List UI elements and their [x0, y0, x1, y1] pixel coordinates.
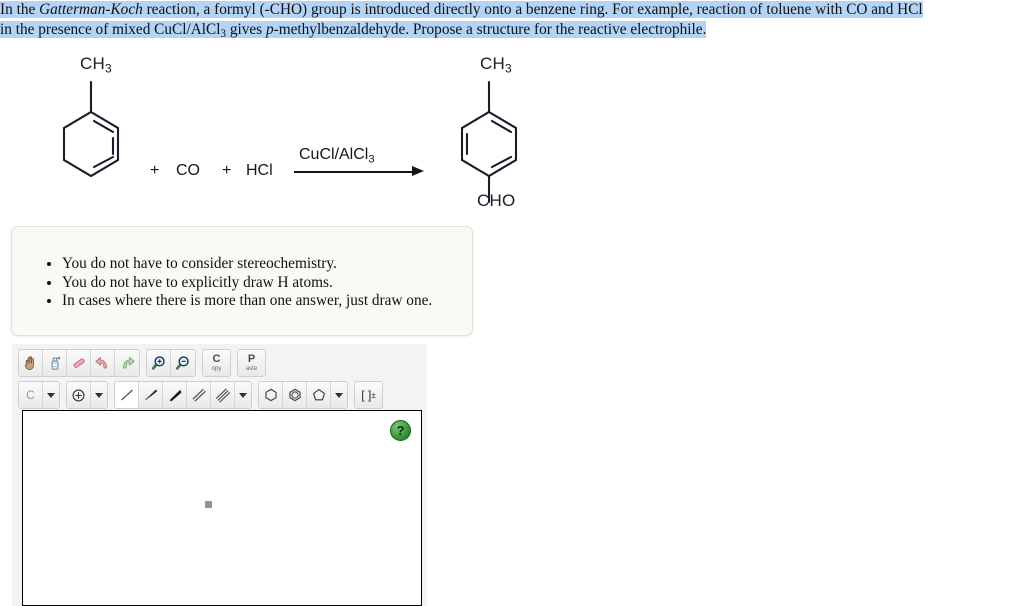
charge-tool-button[interactable]	[67, 382, 91, 408]
double-bond-icon	[191, 388, 206, 402]
copy-button-letter: C	[212, 353, 221, 365]
chevron-down-icon	[47, 392, 55, 398]
single-bond-tool-button[interactable]	[115, 382, 139, 408]
instruction-note-box: You do not have to consider stereochemis…	[11, 226, 473, 336]
paste-button-letter: P	[247, 353, 256, 365]
paste-tool-group: P aste	[237, 349, 266, 377]
drawing-canvas[interactable]: ?	[22, 410, 422, 606]
eraser-icon	[73, 358, 85, 368]
magnifier-minus-icon	[175, 356, 189, 370]
zoom-in-tool-button[interactable]	[147, 350, 171, 376]
instruction-list: You do not have to consider stereochemis…	[12, 227, 472, 311]
copy-tool-group: C opy	[202, 349, 231, 377]
double-bond-tool-button[interactable]	[187, 382, 211, 408]
canvas-atom-marker[interactable]	[205, 501, 212, 508]
solid-wedge-bond-icon	[169, 389, 181, 402]
undo-arrow-icon	[95, 357, 107, 369]
bracket-tool-group: [ ] ±	[354, 381, 383, 409]
reaction-scheme: CH3 + CO + HCl CuCl/AlCl3 CH3 CHO	[0, 44, 620, 216]
chevron-down-icon	[95, 392, 103, 398]
paste-button-suffix: aste	[245, 366, 258, 372]
bond-dropdown-button[interactable]	[235, 382, 251, 408]
pentagon-icon	[312, 388, 325, 401]
zoom-out-tool-button[interactable]	[171, 350, 195, 376]
element-tool-group: C	[18, 381, 60, 409]
question-line-1-post: reaction, a formyl (-CHO) group is intro…	[142, 1, 923, 18]
reactant-methyl-label: CH3	[80, 54, 112, 76]
chevron-down-icon	[335, 392, 343, 398]
copy-button-suffix: opy	[211, 366, 222, 372]
charge-tool-group	[66, 381, 108, 409]
redo-arrow-icon	[122, 357, 135, 369]
spray-bottle-icon	[51, 356, 60, 370]
undo-tool-button[interactable]	[91, 350, 115, 376]
element-dropdown-button[interactable]	[43, 382, 59, 408]
plus-sign-2: +	[222, 162, 232, 179]
pan-hand-tool-button[interactable]	[19, 350, 43, 376]
sketcher-toolbar-row-2: C [] ±	[18, 381, 389, 409]
hydrogen-chloride-label: HCl	[246, 162, 273, 179]
zoom-tool-group	[146, 349, 196, 377]
ring-tool-group	[258, 381, 348, 409]
triple-bond-icon	[215, 388, 230, 403]
sketcher-toolbar-row-1: C opy P aste	[18, 349, 272, 377]
copy-button[interactable]: C opy	[203, 350, 230, 376]
para-prefix: p	[265, 21, 274, 38]
bracket-tool-superscript: ±	[371, 390, 376, 400]
magnifier-plus-icon	[151, 356, 165, 370]
question-line-1-pre: In the	[0, 1, 40, 18]
hexagon-icon	[264, 388, 277, 402]
carbon-monoxide-label: CO	[176, 162, 200, 179]
list-item: You do not have to consider stereochemis…	[62, 255, 472, 274]
molecule-sketcher-panel: C opy P aste C [] ± ?	[12, 344, 427, 606]
list-item: You do not have to explicitly draw H ato…	[62, 274, 472, 293]
paste-button[interactable]: P aste	[238, 350, 265, 376]
chevron-down-icon	[239, 392, 247, 398]
hand-icon	[24, 356, 34, 370]
arrow-shaft	[294, 171, 416, 173]
question-line-2-post: -methylbenzaldehyde. Propose a structure…	[273, 21, 707, 38]
single-bond-icon	[120, 389, 133, 401]
edit-tool-group	[18, 349, 140, 377]
triple-bond-tool-button[interactable]	[211, 382, 235, 408]
bond-tool-group	[114, 381, 252, 409]
question-line-2: in the presence of mixed CuCl/AlCl3 give…	[0, 21, 707, 40]
p-methylbenzaldehyde-structure	[460, 80, 518, 204]
question-line-2-pre: in the presence of mixed CuCl/AlCl	[0, 21, 221, 38]
benzene-icon	[288, 388, 301, 402]
reaction-name: Gatterman-Koch	[39, 1, 143, 18]
benzene-ring-tool-button[interactable]	[283, 382, 307, 408]
hashed-wedge-bond-icon	[144, 389, 157, 400]
eraser-tool-button[interactable]	[67, 350, 91, 376]
product-formyl-label: CHO	[477, 191, 516, 210]
reaction-arrow-group: CuCl/AlCl3	[294, 146, 428, 186]
clear-canvas-tool-button[interactable]	[43, 350, 67, 376]
hashed-wedge-bond-tool-button[interactable]	[139, 382, 163, 408]
reagent-label: CuCl/AlCl3	[299, 146, 375, 166]
circle-plus-icon	[72, 389, 85, 401]
question-prompt: In the Gatterman-Koch reaction, a formyl…	[0, 0, 1024, 44]
redo-tool-button[interactable]	[115, 350, 139, 376]
plus-sign-1: +	[150, 162, 160, 179]
solid-wedge-bond-tool-button[interactable]	[163, 382, 187, 408]
question-line-2-mid: gives	[226, 21, 266, 38]
toluene-structure	[62, 80, 120, 178]
bracket-tool-label: [ ]	[361, 388, 372, 402]
question-line-1: In the Gatterman-Koch reaction, a formyl…	[0, 1, 923, 18]
charge-dropdown-button[interactable]	[91, 382, 107, 408]
cyclopentane-ring-tool-button[interactable]	[307, 382, 331, 408]
element-carbon-button[interactable]: C	[19, 382, 43, 408]
list-item: In cases where there is more than one an…	[62, 292, 472, 311]
arrow-head	[412, 166, 424, 176]
bracket-charge-tool-button[interactable]: [ ] ±	[355, 382, 382, 408]
ring-dropdown-button[interactable]	[331, 382, 347, 408]
product-methyl-label: CH3	[480, 54, 512, 76]
cyclohexane-ring-tool-button[interactable]	[259, 382, 283, 408]
help-button[interactable]: ?	[390, 420, 411, 441]
element-letter: C	[26, 388, 35, 402]
